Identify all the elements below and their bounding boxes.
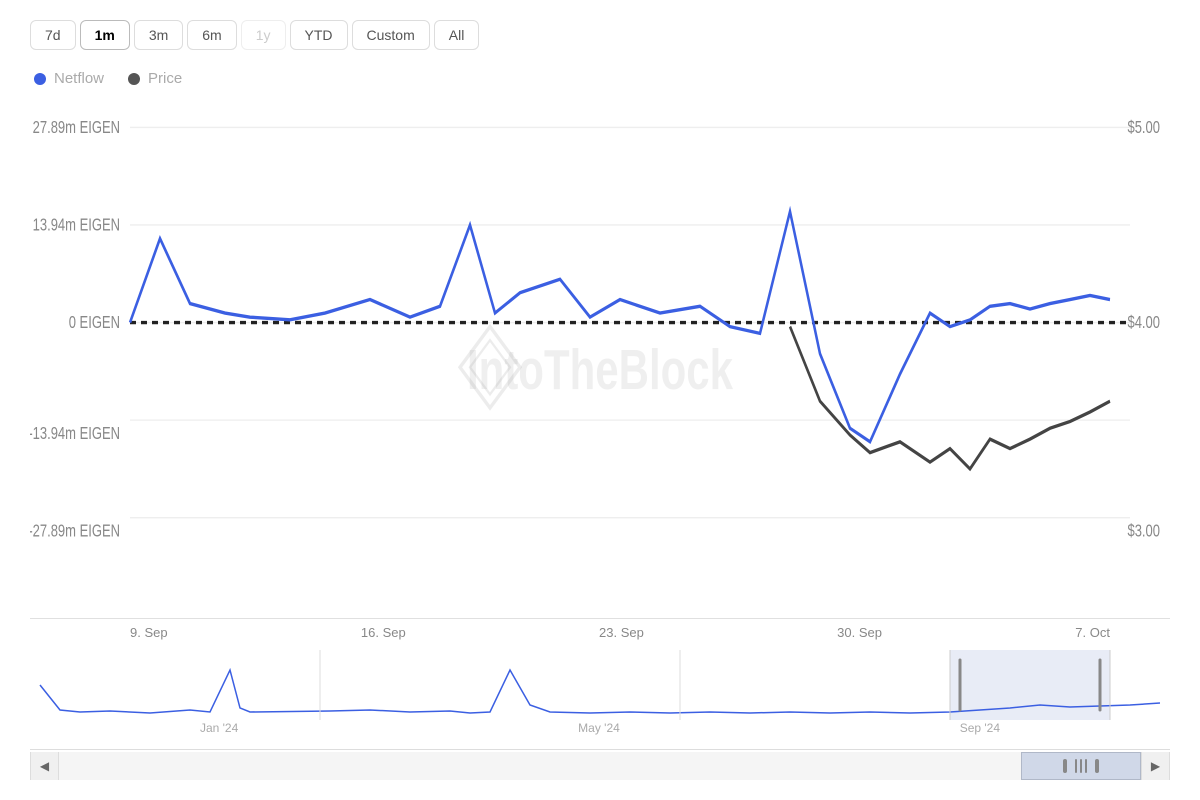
chart-legend: Netflow Price [30, 70, 1170, 87]
svg-text:-27.89m EIGEN: -27.89m EIGEN [30, 522, 120, 541]
btn-6m[interactable]: 6m [187, 20, 236, 50]
svg-text:27.89m EIGEN: 27.89m EIGEN [33, 118, 120, 137]
netflow-label: Netflow [54, 70, 104, 87]
btn-7d[interactable]: 7d [30, 20, 76, 50]
svg-text:$4.00: $4.00 [1127, 313, 1160, 332]
thumb-right-handle [1095, 759, 1099, 773]
main-chart: 27.89m EIGEN 13.94m EIGEN 0 EIGEN -13.94… [30, 103, 1170, 619]
svg-text:$3.00: $3.00 [1127, 522, 1160, 541]
btn-3m[interactable]: 3m [134, 20, 183, 50]
mini-chart-svg [30, 650, 1170, 720]
x-label-0: 9. Sep [130, 625, 168, 640]
thumb-left-handle [1063, 759, 1067, 773]
x-axis: 9. Sep 16. Sep 23. Sep 30. Sep 7. Oct [30, 619, 1170, 646]
x-label-3: 30. Sep [837, 625, 882, 640]
btn-custom[interactable]: Custom [352, 20, 430, 50]
thumb-line-2 [1080, 759, 1082, 773]
netflow-line [130, 211, 1110, 441]
netflow-dot [34, 73, 46, 85]
mini-x-label-0: Jan '24 [200, 721, 238, 735]
price-dot [128, 73, 140, 85]
legend-netflow: Netflow [34, 70, 104, 87]
thumb-line-3 [1085, 759, 1087, 773]
btn-1y: 1y [241, 20, 286, 50]
x-label-1: 16. Sep [361, 625, 406, 640]
btn-ytd[interactable]: YTD [290, 20, 348, 50]
scroll-track[interactable] [59, 752, 1141, 780]
scroll-right-button[interactable]: ▶ [1141, 752, 1169, 780]
x-label-4: 7. Oct [1075, 625, 1110, 640]
svg-text:0 EIGEN: 0 EIGEN [69, 313, 120, 332]
scroll-left-button[interactable]: ◀ [31, 752, 59, 780]
mini-x-label-2: Sep '24 [960, 721, 1000, 735]
btn-1m[interactable]: 1m [80, 20, 130, 50]
chart-wrapper: 27.89m EIGEN 13.94m EIGEN 0 EIGEN -13.94… [30, 103, 1170, 780]
time-range-selector: 7d 1m 3m 6m 1y YTD Custom All [30, 20, 1170, 50]
main-container: 7d 1m 3m 6m 1y YTD Custom All Netflow Pr… [0, 0, 1200, 800]
thumb-center [1075, 759, 1087, 773]
mini-chart: Jan '24 May '24 Sep '24 [30, 650, 1170, 750]
mini-x-label-1: May '24 [578, 721, 620, 735]
svg-text:$5.00: $5.00 [1127, 118, 1160, 137]
chart-svg: 27.89m EIGEN 13.94m EIGEN 0 EIGEN -13.94… [30, 103, 1170, 618]
price-label: Price [148, 70, 182, 87]
svg-text:-13.94m EIGEN: -13.94m EIGEN [30, 424, 120, 443]
thumb-line-1 [1075, 759, 1077, 773]
btn-all[interactable]: All [434, 20, 480, 50]
svg-text:13.94m EIGEN: 13.94m EIGEN [33, 216, 120, 235]
scroll-thumb[interactable] [1021, 752, 1141, 780]
scrollbar[interactable]: ◀ ▶ [30, 752, 1170, 780]
legend-price: Price [128, 70, 182, 87]
x-label-2: 23. Sep [599, 625, 644, 640]
